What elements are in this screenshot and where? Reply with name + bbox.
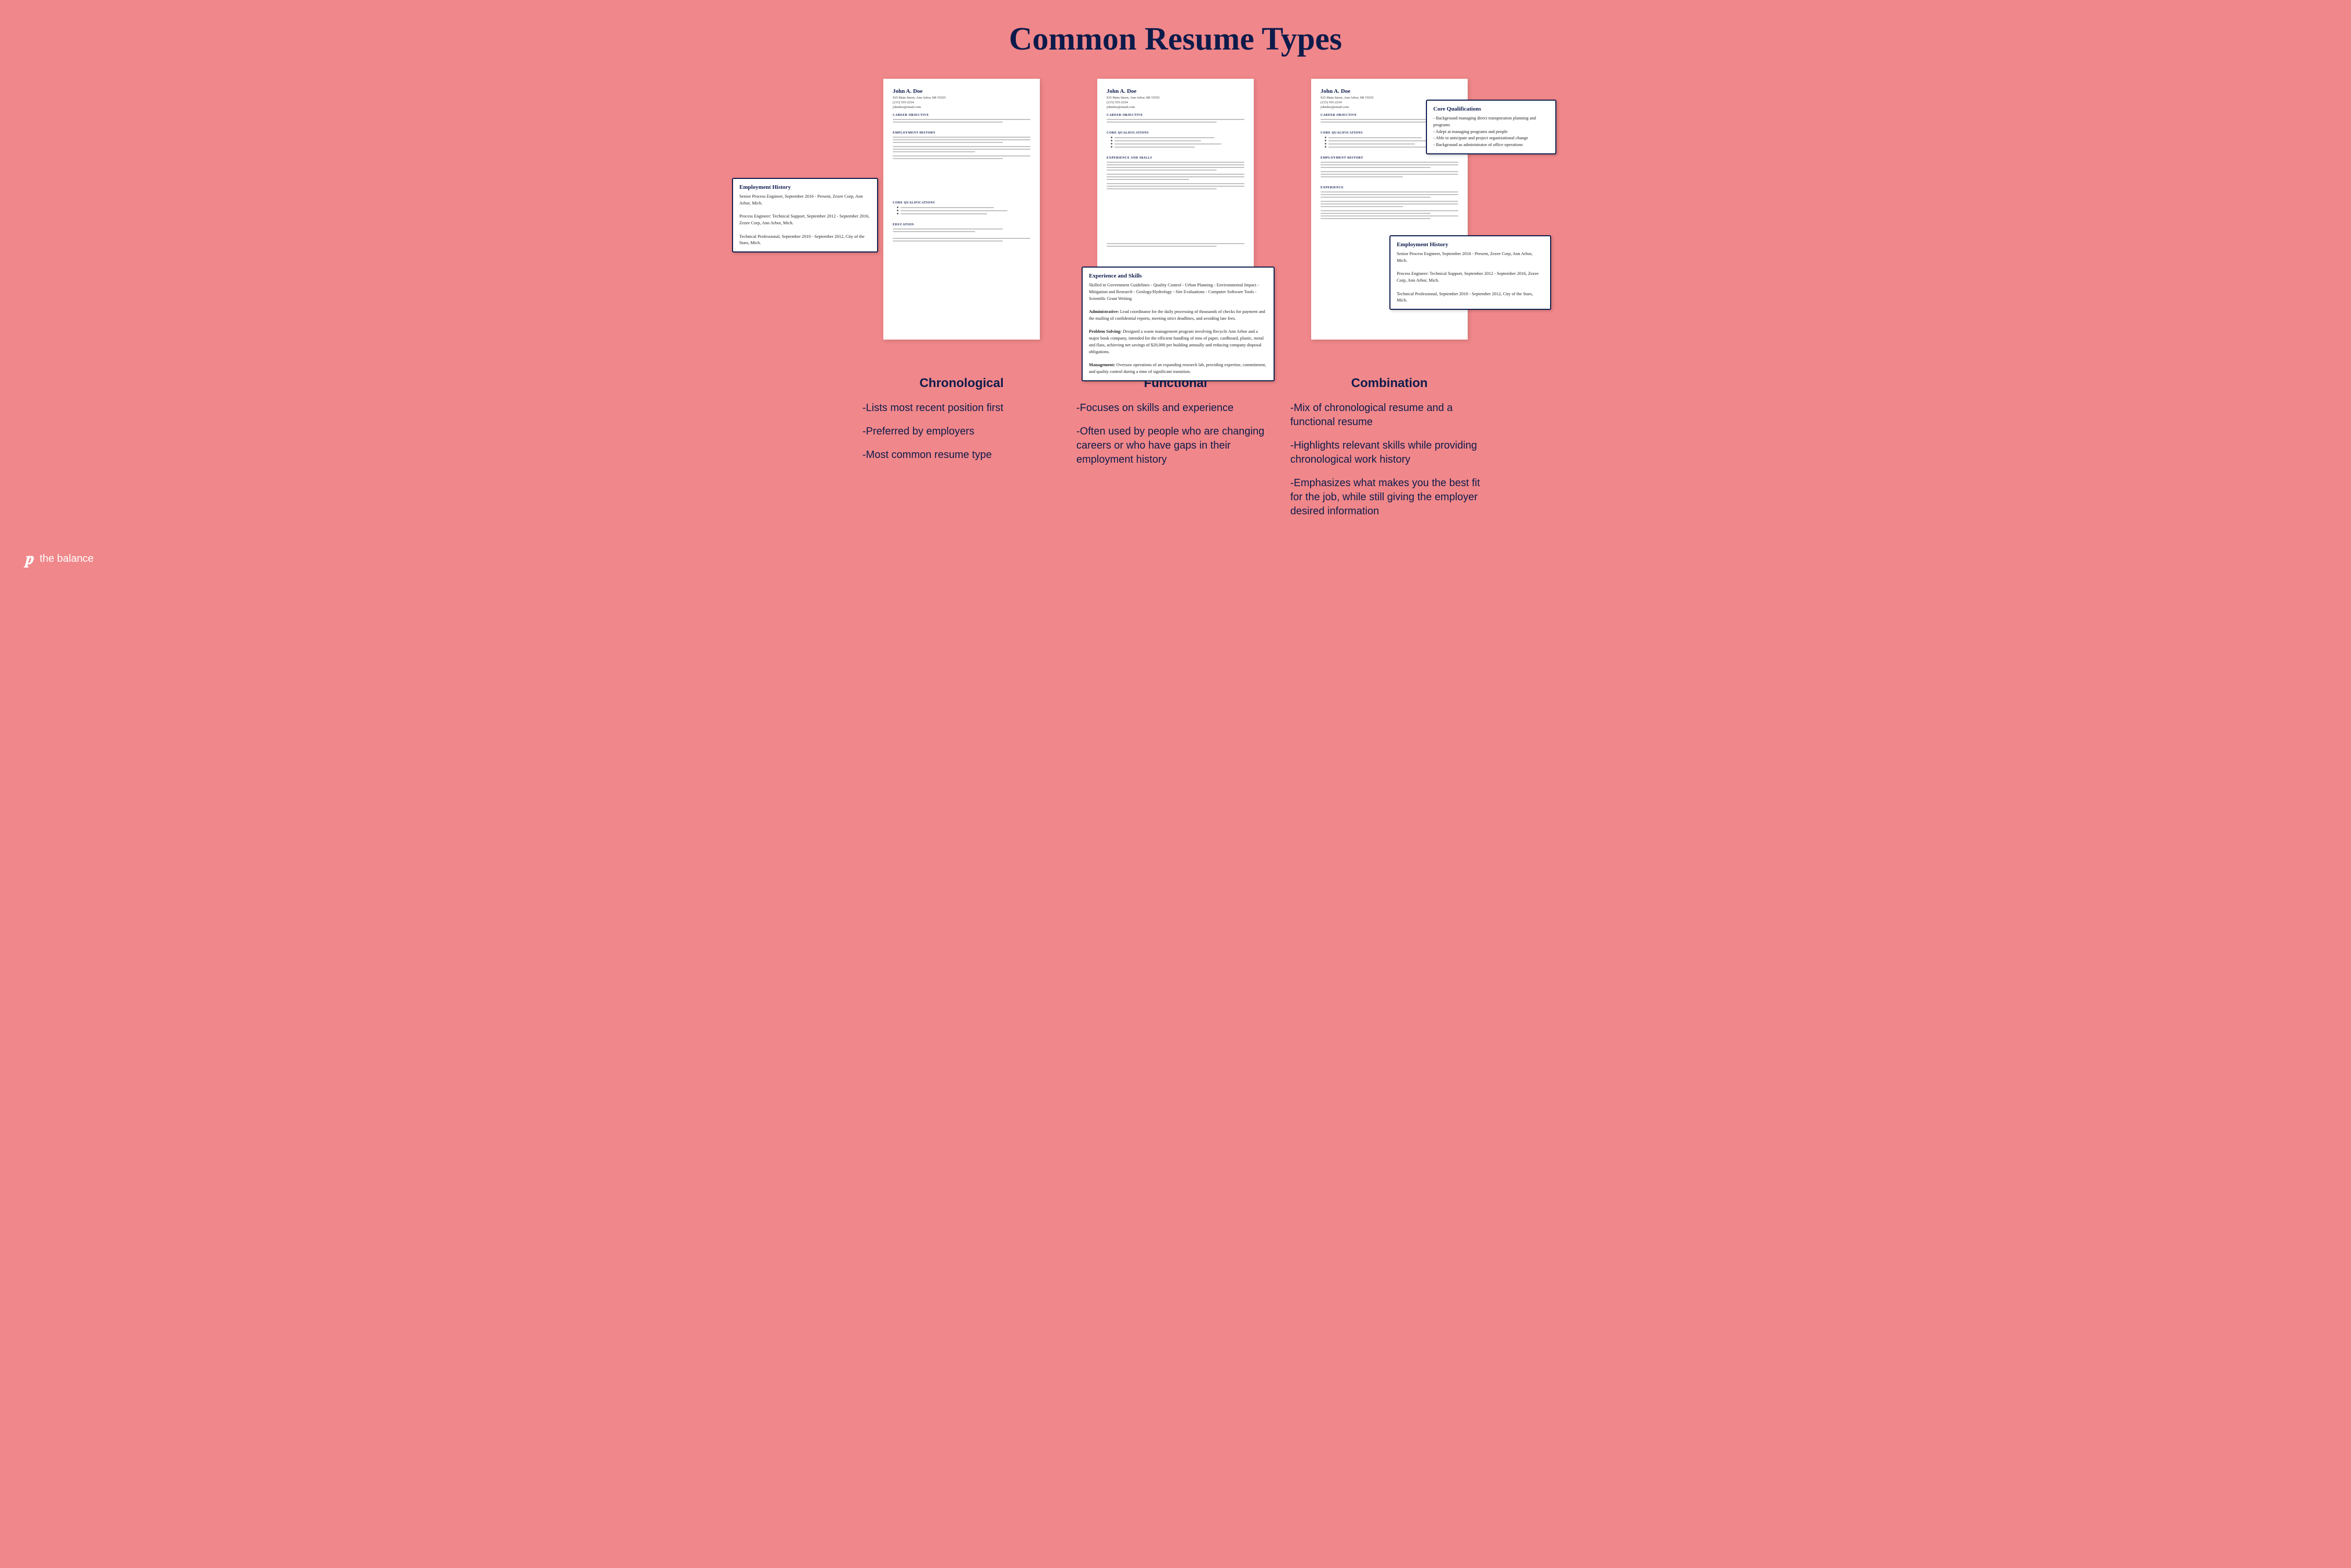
func-desc: Functional -Focuses on skills and experi… <box>1076 376 1275 528</box>
chron-bullets <box>893 207 1030 214</box>
combo-callout-bottom-text: Senior Process Engineer, September 2016 … <box>1397 250 1544 304</box>
functional-col: John A. Doe 935 Main Street, Ann Arbor, … <box>1076 79 1275 350</box>
logo-text: the balance <box>40 553 93 565</box>
combo-callout-top-text: - Background managing direct transporati… <box>1433 115 1549 148</box>
func-callout-title: Experience and Skills <box>1089 273 1267 279</box>
functional-resume-wrapper: John A. Doe 935 Main Street, Ann Arbor, … <box>1097 79 1254 340</box>
page-title: Common Resume Types <box>16 21 2335 58</box>
combo-callout-bottom-title: Employment History <box>1397 242 1544 248</box>
chron-type-title: Chronological <box>862 376 1061 391</box>
chron-line2 <box>893 122 1003 123</box>
func-section-exp: EXPERIENCE AND SKILLS <box>1107 156 1244 160</box>
combo-desc-item-1: -Mix of chronological resume and a funct… <box>1290 401 1489 429</box>
func-callout: Experience and Skills Skilled in Governm… <box>1082 267 1275 381</box>
combo-section-employment: EMPLOYMENT HISTORY <box>1321 156 1458 160</box>
chronological-col: John A. Doe 935 Main Street, Ann Arbor, … <box>862 79 1061 350</box>
footer: 𝆏 the balance <box>16 549 2335 569</box>
chron-desc-item-2: -Preferred by employers <box>862 425 1061 439</box>
combo-callout-top-title: Core Qualifications <box>1433 106 1549 112</box>
func-desc-item-1: -Focuses on skills and experience <box>1076 401 1275 415</box>
chronological-resume: John A. Doe 935 Main Street, Ann Arbor, … <box>883 79 1040 340</box>
combo-desc-item-3: -Emphasizes what makes you the best fit … <box>1290 476 1489 518</box>
combo-name: John A. Doe <box>1321 88 1458 94</box>
chron-section-core: CORE QUALIFICATIONS <box>893 201 1030 204</box>
combination-col: John A. Doe 935 Main Street, Ann Arbor, … <box>1290 79 1489 350</box>
the-balance-logo: 𝆏 the balance <box>26 549 93 569</box>
combo-callout-top: Core Qualifications - Background managin… <box>1426 100 1556 154</box>
func-section-career: CAREER OBJECTIVE <box>1107 114 1244 117</box>
func-desc-item-2: -Often used by people who are changing c… <box>1076 425 1275 467</box>
chron-section-career: CAREER OBJECTIVE <box>893 114 1030 117</box>
combo-desc-item-2: -Highlights relevant skills while provid… <box>1290 439 1489 467</box>
chron-desc-item-3: -Most common resume type <box>862 448 1061 462</box>
func-name: John A. Doe <box>1107 88 1244 94</box>
chron-callout-title: Employment History <box>739 184 871 190</box>
combo-callout-bottom: Employment History Senior Process Engine… <box>1389 235 1551 310</box>
chron-section-edu: EDUCATION <box>893 223 1030 226</box>
logo-icon: 𝆏 <box>26 549 34 569</box>
chron-callout: Employment History Senior Process Engine… <box>732 178 878 252</box>
chron-name: John A. Doe <box>893 88 1030 94</box>
combo-desc: Combination -Mix of chronological resume… <box>1290 376 1489 528</box>
chronological-resume-wrapper: John A. Doe 935 Main Street, Ann Arbor, … <box>883 79 1040 340</box>
func-contact: 935 Main Street, Ann Arbor, MI 55555 (21… <box>1107 95 1244 110</box>
chron-desc-item-1: -Lists most recent position first <box>862 401 1061 415</box>
resumes-row: John A. Doe 935 Main Street, Ann Arbor, … <box>16 79 2335 350</box>
chron-callout-text: Senior Process Engineer, September 2016 … <box>739 193 871 246</box>
descriptions-row: Chronological -Lists most recent positio… <box>16 376 2335 528</box>
chron-section-employment: EMPLOYMENT HISTORY <box>893 131 1030 135</box>
chron-contact: 935 Main Street, Ann Arbor, MI 55555 (21… <box>893 95 1030 110</box>
chron-line1 <box>893 119 1030 120</box>
func-section-core: CORE QUALIFICATIONS <box>1107 131 1244 135</box>
chron-desc: Chronological -Lists most recent positio… <box>862 376 1061 528</box>
combo-type-title: Combination <box>1290 376 1489 391</box>
func-callout-text: Skilled in Government Guidelines - Quali… <box>1089 282 1267 375</box>
combination-resume-wrapper: John A. Doe 935 Main Street, Ann Arbor, … <box>1311 79 1468 340</box>
combo-section-exp: EXPERIENCE <box>1321 186 1458 189</box>
